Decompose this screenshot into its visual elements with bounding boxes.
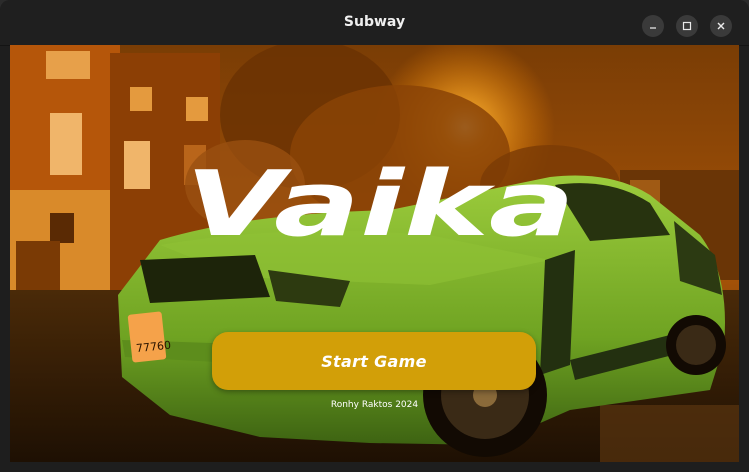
game-menu-scene: 77760 Vaika Start Game Ronhy Raktos 2024 [10, 45, 739, 462]
start-game-label: Start Game [321, 351, 427, 371]
logo-text: Vaika [185, 163, 575, 243]
close-button[interactable] [710, 15, 732, 37]
title-bar[interactable]: Subway [0, 0, 749, 46]
maximize-icon [682, 21, 692, 31]
minimize-icon [650, 27, 656, 29]
close-icon [717, 22, 725, 30]
game-logo: Vaika [185, 163, 575, 243]
start-game-button[interactable]: Start Game [212, 332, 536, 390]
credit-text: Ronhy Raktos 2024 [330, 400, 419, 410]
minimize-button[interactable] [642, 15, 664, 37]
app-window: Subway 77760 Vaika Start Game Ronhy Rakt… [0, 0, 749, 472]
maximize-button[interactable] [676, 15, 698, 37]
window-title: Subway [343, 14, 406, 30]
